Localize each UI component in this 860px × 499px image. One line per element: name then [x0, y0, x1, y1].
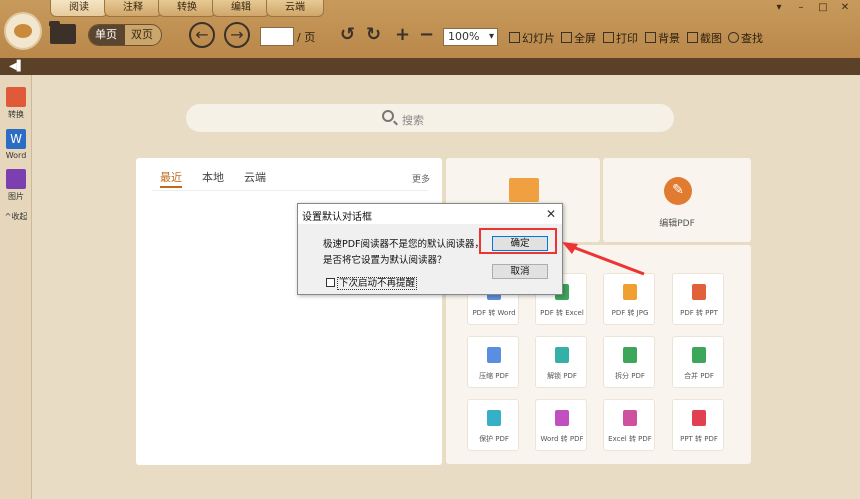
menu-tabs: 阅读 注释 转换 编辑 云端	[50, 0, 324, 17]
dialog-title: 设置默认对话框	[302, 212, 372, 223]
screenshot-button[interactable]: 截图	[687, 30, 722, 46]
minimize-icon[interactable]: –	[792, 2, 810, 15]
tool-unlock-pdf[interactable]: 解锁 PDF	[535, 336, 587, 388]
word-to-pdf-icon	[555, 410, 569, 426]
tab-local[interactable]: 本地	[202, 169, 224, 185]
zoom-in-icon[interactable]: +	[395, 25, 410, 45]
tab-convert[interactable]: 转换	[158, 0, 216, 17]
pdf-to-ppt-icon	[692, 284, 706, 300]
folder-icon	[509, 178, 539, 202]
find-button[interactable]: 查找	[728, 30, 763, 46]
background-icon	[645, 32, 656, 43]
fullscreen-icon	[561, 32, 572, 43]
app-logo[interactable]	[4, 12, 42, 50]
sidebar-item-image[interactable]: 图片	[5, 169, 27, 202]
search-icon	[382, 110, 394, 122]
view-mode-toggle: 单页 双页	[88, 24, 162, 46]
zoom-out-icon[interactable]: −	[419, 25, 434, 45]
word-icon: W	[6, 129, 26, 149]
divider	[152, 190, 428, 191]
dialog-close-icon[interactable]: ✕	[546, 207, 556, 221]
print-button[interactable]: 打印	[603, 30, 638, 46]
pencil-icon: ✎	[664, 177, 692, 205]
window-controls: ▾ – □ ✕	[770, 2, 854, 15]
single-page-button[interactable]: 单页	[89, 25, 125, 45]
background-button[interactable]: 背景	[645, 30, 680, 46]
more-link[interactable]: 更多	[412, 172, 430, 185]
page-number-input[interactable]	[260, 27, 294, 46]
slideshow-button[interactable]: 幻灯片	[509, 30, 555, 46]
edit-pdf-label: 编辑PDF	[659, 219, 695, 229]
tab-recent[interactable]: 最近	[160, 169, 182, 185]
pdf-to-jpg-icon	[623, 284, 637, 300]
sidebar-collapse[interactable]: ^收起	[2, 211, 30, 222]
skin-icon[interactable]: ▾	[770, 2, 788, 15]
dialog-message-line1: 极速PDF阅读器不是您的默认阅读器，	[323, 239, 485, 250]
sidebar-item-convert[interactable]: 转换	[5, 87, 27, 120]
tool-split-pdf[interactable]: 拆分 PDF	[603, 336, 655, 388]
tab-annotate[interactable]: 注释	[104, 0, 162, 17]
tab-read[interactable]: 阅读	[50, 0, 108, 17]
slideshow-icon	[509, 32, 520, 43]
compress-icon	[487, 347, 501, 363]
fullscreen-button[interactable]: 全屏	[561, 30, 596, 46]
sidebar-item-word[interactable]: W Word	[5, 129, 27, 160]
secondary-bar: ◀▌	[0, 58, 860, 75]
excel-to-pdf-icon	[623, 410, 637, 426]
prev-page-icon[interactable]: ←	[189, 22, 215, 48]
tool-compress-pdf[interactable]: 压缩 PDF	[467, 336, 519, 388]
cancel-button[interactable]: 取消	[492, 264, 548, 279]
scissors-icon	[687, 32, 698, 43]
dont-remind-checkbox[interactable]: 下次启动不再提醒	[326, 275, 418, 290]
edit-pdf-card[interactable]: ✎ 编辑PDF	[603, 158, 751, 242]
highlight-box	[479, 228, 557, 254]
checkbox-box[interactable]	[326, 278, 335, 287]
tool-merge-pdf[interactable]: 合并 PDF	[672, 336, 724, 388]
open-folder-icon[interactable]	[49, 21, 76, 44]
next-page-icon[interactable]: →	[224, 22, 250, 48]
rotate-left-icon[interactable]: ↺	[340, 25, 355, 45]
protect-icon	[487, 410, 501, 426]
annotation-arrow	[562, 242, 645, 276]
search-placeholder: 搜索	[402, 114, 424, 127]
tool-pdf-to-jpg[interactable]: PDF 转 JPG	[603, 273, 655, 325]
double-page-button[interactable]: 双页	[125, 25, 161, 45]
printer-icon	[603, 32, 614, 43]
search-icon	[728, 32, 739, 43]
tool-excel-to-pdf[interactable]: Excel 转 PDF	[603, 399, 655, 451]
tab-cloud[interactable]: 云端	[266, 0, 324, 17]
tool-pdf-to-ppt[interactable]: PDF 转 PPT	[672, 273, 724, 325]
dialog-message-line2: 是否将它设置为默认阅读器？	[323, 255, 447, 266]
zoom-select[interactable]: 100%	[443, 28, 498, 46]
unlock-icon	[555, 347, 569, 363]
tool-ppt-to-pdf[interactable]: PPT 转 PDF	[672, 399, 724, 451]
tool-word-to-pdf[interactable]: Word 转 PDF	[535, 399, 587, 451]
left-sidebar: 转换 W Word 图片 ^收起	[0, 75, 32, 499]
split-icon	[623, 347, 637, 363]
close-window-icon[interactable]: ✕	[836, 2, 854, 15]
tool-protect-pdf[interactable]: 保护 PDF	[467, 399, 519, 451]
title-toolbar: 阅读 注释 转换 编辑 云端 ▾ – □ ✕ 单页 双页 ← → / 页 ↺ ↻…	[0, 0, 860, 58]
merge-icon	[692, 347, 706, 363]
collapse-sidebar-icon[interactable]: ◀▌	[9, 61, 24, 72]
pdf-convert-icon	[6, 87, 26, 107]
active-tab-indicator	[160, 186, 182, 188]
tab-edit[interactable]: 编辑	[212, 0, 270, 17]
page-total-label: / 页	[297, 31, 316, 44]
search-bar[interactable]: 搜索	[186, 104, 674, 132]
image-icon	[6, 169, 26, 189]
tab-cloud-files[interactable]: 云端	[244, 169, 266, 185]
maximize-icon[interactable]: □	[814, 2, 832, 15]
ppt-to-pdf-icon	[692, 410, 706, 426]
rotate-right-icon[interactable]: ↻	[366, 25, 381, 45]
